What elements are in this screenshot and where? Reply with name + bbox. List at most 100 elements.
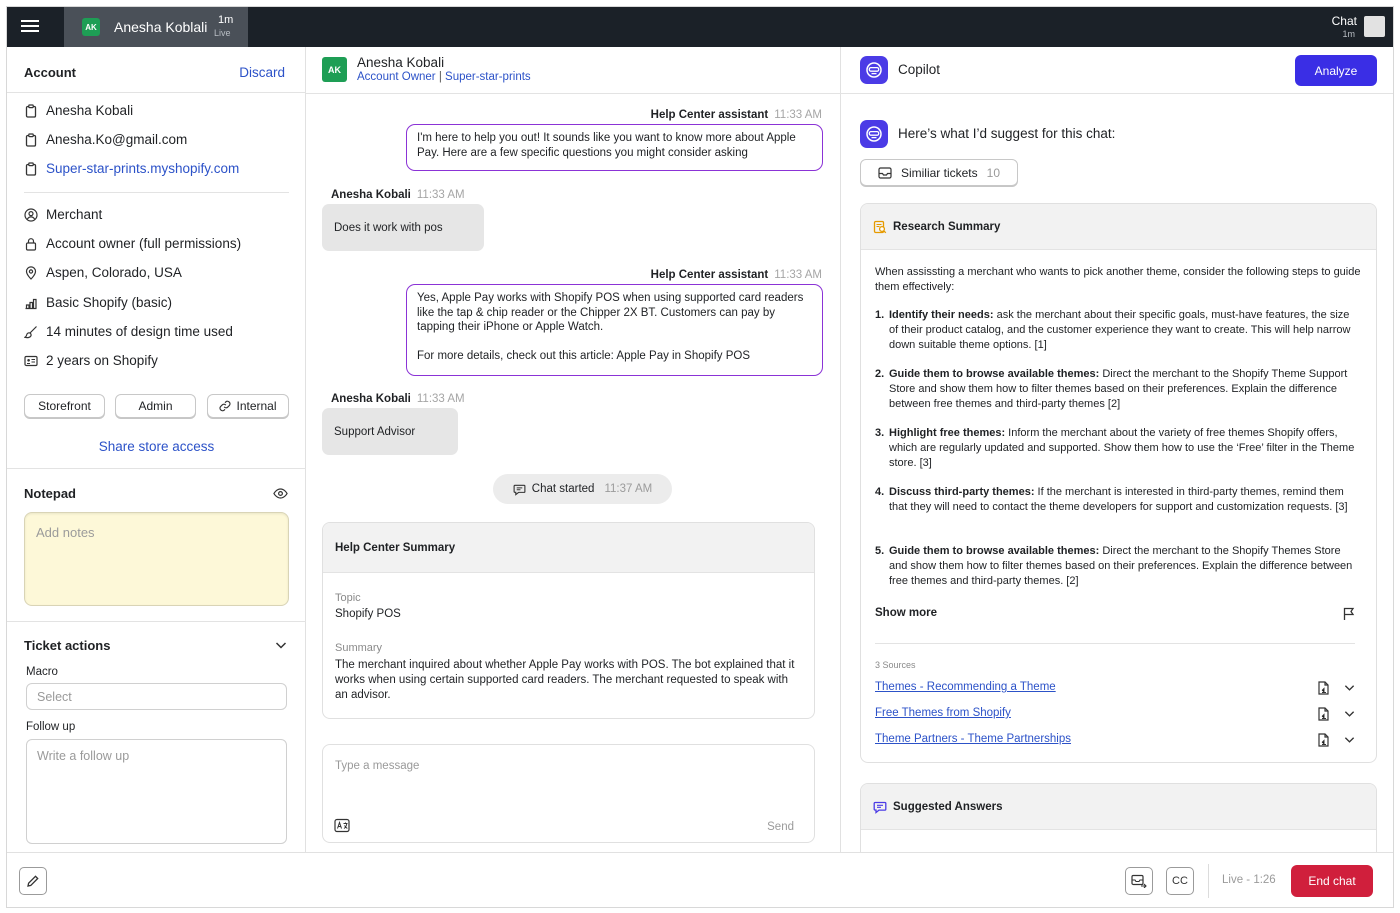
edit-button[interactable] <box>19 867 47 895</box>
app-window: AK Anesha Koblali 1m Live Chat 1m Accoun… <box>6 6 1394 908</box>
transfer-icon <box>1131 874 1147 888</box>
research-summary-card: Research Summary When assissting a merch… <box>860 203 1377 763</box>
suggested-answers-title: Suggested Answers <box>893 800 1003 813</box>
chevron-down-icon[interactable] <box>1344 684 1355 692</box>
storefront-button[interactable]: Storefront <box>24 394 105 418</box>
chat-bubble-icon <box>873 801 887 814</box>
chat-indicator-time: 1m <box>1342 29 1355 39</box>
conversation-role[interactable]: Account Owner <box>357 71 436 83</box>
chat-tab[interactable]: AK Anesha Koblali 1m Live <box>64 7 248 47</box>
id-card-icon <box>24 355 38 366</box>
cc-label: CC <box>1172 875 1188 887</box>
cc-button[interactable]: CC <box>1166 867 1194 895</box>
flag-icon[interactable] <box>1342 607 1356 621</box>
step-number: 2. <box>875 368 885 380</box>
bot-message-text: Yes, Apple Pay works with Shopify POS wh… <box>417 292 804 333</box>
notepad-title: Notepad <box>24 486 76 501</box>
conversation-store[interactable]: Super-star-prints <box>445 71 531 83</box>
bot-message: I'm here to help you out! It sounds like… <box>406 124 823 171</box>
transfer-button[interactable] <box>1125 867 1153 895</box>
divider <box>24 192 289 193</box>
plan-row: Basic Shopify (basic) <box>24 295 172 310</box>
step-title: Guide them to browse available themes: <box>889 368 1100 380</box>
follow-up-placeholder: Write a follow up <box>37 749 130 763</box>
lock-icon <box>25 237 37 251</box>
inbox-icon <box>878 166 892 179</box>
document-icon[interactable] <box>1317 681 1330 695</box>
menu-icon[interactable] <box>21 17 39 35</box>
notepad-input[interactable]: Add notes <box>24 512 289 606</box>
share-store-access-link[interactable]: Share store access <box>7 439 306 454</box>
copilot-icon <box>860 56 888 84</box>
admin-button[interactable]: Admin <box>115 394 196 418</box>
chat-bubble-icon <box>513 484 526 496</box>
conversation-panel: AK Anesha Kobali Account Owner | Super-s… <box>306 47 841 852</box>
research-step: 4. Discuss third-party themes: If the mer… <box>875 485 1361 515</box>
bottom-bar: CC Live - 1:26 End chat <box>7 852 1393 907</box>
source-link[interactable]: Themes - Recommending a Theme <box>875 681 1056 693</box>
sources-label: 3 Sources <box>875 660 916 670</box>
bot-message-text: I'm here to help you out! It sounds like… <box>417 132 796 159</box>
source-link[interactable]: Free Themes from Shopify <box>875 707 1011 719</box>
chat-indicator-label: Chat <box>1331 14 1357 28</box>
role-row: Merchant <box>24 207 102 222</box>
summary-title: Help Center Summary <box>335 541 456 554</box>
macro-select[interactable]: Select <box>26 683 287 710</box>
end-chat-button[interactable]: End chat <box>1291 865 1373 897</box>
copilot-icon <box>860 120 888 148</box>
message-time: 11:33 AM <box>774 109 822 121</box>
suggested-answers-header[interactable]: Suggested Answers <box>861 784 1376 830</box>
message-composer[interactable]: Type a message Send <box>322 744 815 843</box>
step-number: 1. <box>875 309 885 321</box>
analyze-label: Analyze <box>1314 63 1358 78</box>
follow-up-input[interactable]: Write a follow up <box>26 739 287 844</box>
discard-button[interactable]: Discard <box>239 65 285 80</box>
translate-icon[interactable] <box>334 818 350 834</box>
sender-name: Help Center assistant <box>650 269 769 281</box>
user-message: Does it work with pos <box>322 204 484 251</box>
message-time: 11:33 AM <box>774 269 822 281</box>
divider <box>7 92 306 93</box>
chevron-down-icon[interactable] <box>275 641 287 650</box>
divider <box>7 621 306 622</box>
source-link[interactable]: Theme Partners - Theme Partnerships <box>875 733 1071 745</box>
avatar: AK <box>322 57 347 82</box>
user-message: Support Advisor <box>322 408 458 455</box>
store-url-link[interactable]: Super-star-prints.myshopify.com <box>46 161 239 176</box>
chevron-down-icon[interactable] <box>1344 710 1355 718</box>
summary-label: Summary <box>335 642 383 654</box>
research-step: 1. Identify their needs: ask the merchant… <box>875 308 1361 352</box>
topic-label: Topic <box>335 592 361 604</box>
clipboard-icon <box>25 132 37 147</box>
document-icon[interactable] <box>1317 733 1330 747</box>
send-button[interactable]: Send <box>767 821 794 833</box>
chevron-down-icon[interactable] <box>1344 736 1355 744</box>
step-title: Identify their needs: <box>889 309 994 321</box>
analyze-button[interactable]: Analyze <box>1295 55 1377 86</box>
follow-up-label: Follow up <box>26 721 76 733</box>
plan-text: Basic Shopify (basic) <box>46 295 173 310</box>
research-icon <box>873 220 887 233</box>
document-icon[interactable] <box>1317 707 1330 721</box>
internal-button[interactable]: Internal <box>207 394 289 418</box>
eye-icon[interactable] <box>273 487 288 500</box>
account-email[interactable]: Anesha.Ko@gmail.com <box>46 132 187 147</box>
user-circle-icon <box>24 207 38 222</box>
chat-indicator-square[interactable] <box>1364 16 1385 37</box>
account-panel: Account Discard Anesha Kobali Anesha.Ko@… <box>7 47 306 852</box>
design-time-text: 14 minutes of design time used <box>46 324 233 339</box>
account-name: Anesha Kobali <box>46 103 134 118</box>
message-time: 11:33 AM <box>416 189 465 201</box>
message-sender: Help Center assistant 11:33 AM <box>651 269 822 281</box>
step-number: 3. <box>875 427 885 439</box>
show-more-button[interactable]: Show more <box>875 607 937 619</box>
copilot-panel: Copilot Analyze Here’s what I’d suggest … <box>841 47 1393 863</box>
macro-label: Macro <box>26 666 58 678</box>
similar-tickets-button[interactable]: Similiar tickets 10 <box>860 159 1018 186</box>
sender-name: Anesha Kobali <box>331 189 411 201</box>
tenure-text: 2 years on Shopify <box>46 353 158 368</box>
research-step: 3. Highlight free themes: Inform the merc… <box>875 426 1361 470</box>
sender-name: Help Center assistant <box>650 109 769 121</box>
brush-icon <box>24 325 37 338</box>
clipboard-icon <box>25 103 37 118</box>
